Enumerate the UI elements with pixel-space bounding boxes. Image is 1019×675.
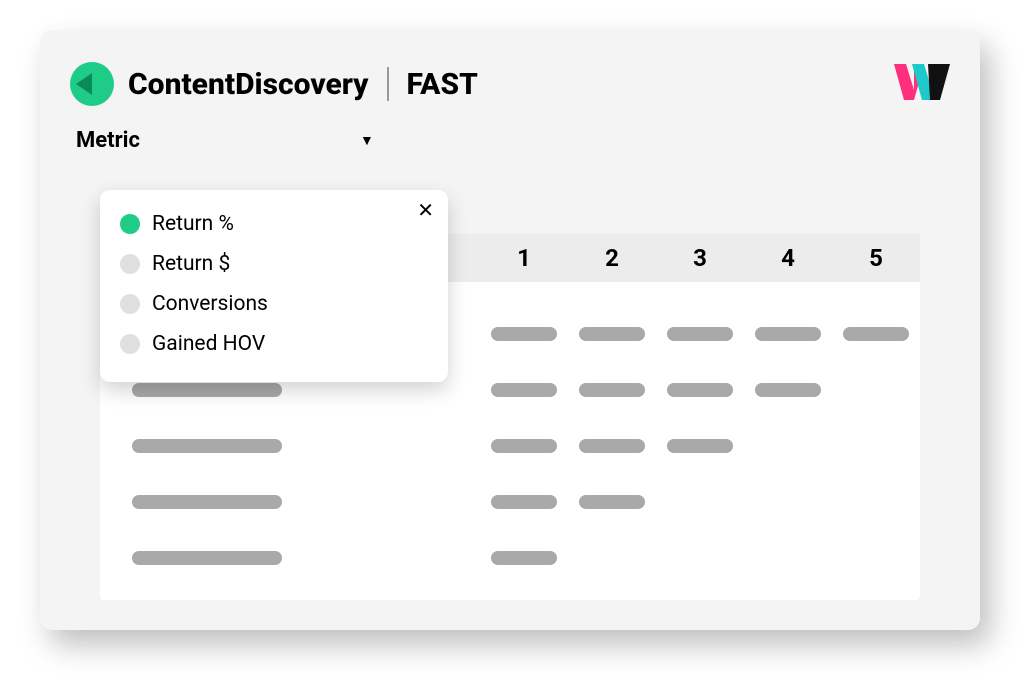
metric-option-label: Gained HOV xyxy=(152,332,265,356)
table-cell xyxy=(832,495,920,509)
metric-selector[interactable]: Metric ▼ xyxy=(70,128,950,153)
placeholder-bar xyxy=(667,439,733,453)
chevron-down-icon: ▼ xyxy=(360,132,374,149)
placeholder-bar xyxy=(132,551,282,565)
row-data-cells xyxy=(480,383,920,397)
w-logo-icon xyxy=(894,60,950,108)
column-header: 1 xyxy=(480,244,568,272)
radio-icon xyxy=(120,214,140,234)
metric-option[interactable]: Conversions xyxy=(116,284,432,324)
table-cell xyxy=(568,327,656,341)
table-header-columns: 12345 xyxy=(480,244,920,272)
table-cell xyxy=(568,383,656,397)
placeholder-bar xyxy=(579,439,645,453)
sub-brand: FAST xyxy=(407,67,478,102)
radio-icon xyxy=(120,334,140,354)
table-cell xyxy=(656,439,744,453)
metric-option[interactable]: Return $ xyxy=(116,244,432,284)
placeholder-bar xyxy=(843,327,909,341)
placeholder-bar xyxy=(491,495,557,509)
column-header: 4 xyxy=(744,244,832,272)
radio-icon xyxy=(120,254,140,274)
table-row xyxy=(100,474,920,530)
placeholder-bar xyxy=(579,495,645,509)
table-row xyxy=(100,418,920,474)
column-header: 3 xyxy=(656,244,744,272)
row-label-cell xyxy=(100,495,480,509)
metric-option-label: Return $ xyxy=(152,252,230,276)
placeholder-bar xyxy=(491,327,557,341)
table-cell xyxy=(568,551,656,565)
placeholder-bar xyxy=(667,383,733,397)
placeholder-bar xyxy=(579,327,645,341)
table-cell xyxy=(656,551,744,565)
metric-option-label: Conversions xyxy=(152,292,268,316)
metric-option-label: Return % xyxy=(152,212,234,236)
placeholder-bar xyxy=(132,439,282,453)
row-label-cell xyxy=(100,551,480,565)
row-label-cell xyxy=(100,439,480,453)
column-header: 2 xyxy=(568,244,656,272)
table-cell xyxy=(480,383,568,397)
close-icon[interactable]: ✕ xyxy=(417,200,434,220)
table-cell xyxy=(744,383,832,397)
brand-logo-icon xyxy=(70,62,114,106)
header-divider xyxy=(387,67,389,101)
table-cell xyxy=(480,495,568,509)
table-cell xyxy=(568,439,656,453)
metric-dropdown: ✕ Return % Return $ Conversions Gained HOV xyxy=(100,190,448,382)
table-cell xyxy=(656,327,744,341)
app-card: ContentDiscovery FAST Metric ▼ 12345 ✕ R… xyxy=(40,30,980,630)
placeholder-bar xyxy=(132,495,282,509)
placeholder-bar xyxy=(491,551,557,565)
table-cell xyxy=(480,551,568,565)
metric-label: Metric xyxy=(76,128,140,153)
table-cell xyxy=(568,495,656,509)
table-cell xyxy=(832,327,920,341)
placeholder-bar xyxy=(755,327,821,341)
header: ContentDiscovery FAST xyxy=(70,60,950,108)
table-cell xyxy=(744,495,832,509)
table-cell xyxy=(832,383,920,397)
row-data-cells xyxy=(480,551,920,565)
placeholder-bar xyxy=(491,383,557,397)
placeholder-bar xyxy=(579,383,645,397)
radio-icon xyxy=(120,294,140,314)
table-cell xyxy=(744,439,832,453)
metric-option[interactable]: Return % xyxy=(116,204,432,244)
table-cell xyxy=(480,327,568,341)
placeholder-bar xyxy=(667,327,733,341)
row-label-cell xyxy=(100,383,480,397)
placeholder-bar xyxy=(132,383,282,397)
table-cell xyxy=(656,495,744,509)
placeholder-bar xyxy=(755,383,821,397)
row-data-cells xyxy=(480,439,920,453)
column-header: 5 xyxy=(832,244,920,272)
metric-option[interactable]: Gained HOV xyxy=(116,324,432,364)
row-data-cells xyxy=(480,495,920,509)
table-cell xyxy=(744,327,832,341)
table-row xyxy=(100,530,920,586)
table-cell xyxy=(656,383,744,397)
brand-name: ContentDiscovery xyxy=(128,67,369,102)
table-cell xyxy=(744,551,832,565)
table-cell xyxy=(480,439,568,453)
header-left: ContentDiscovery FAST xyxy=(70,62,478,106)
table-cell xyxy=(832,439,920,453)
row-data-cells xyxy=(480,327,920,341)
placeholder-bar xyxy=(491,439,557,453)
table-cell xyxy=(832,551,920,565)
